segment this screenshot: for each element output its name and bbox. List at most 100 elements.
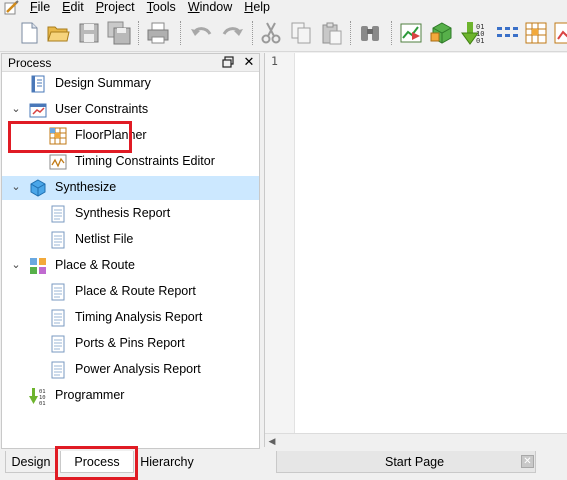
design-summary-icon	[29, 75, 47, 93]
menu-project-mnemonic: P	[95, 0, 105, 14]
layout-toolbar-button[interactable]	[494, 20, 520, 46]
report-icon	[49, 205, 67, 223]
menu-tools-rest: ools	[152, 0, 176, 14]
menu-window[interactable]: Window	[182, 0, 238, 15]
report-toolbar-button[interactable]	[552, 20, 567, 46]
float-window-icon[interactable]	[221, 55, 235, 69]
constraints-icon	[29, 101, 47, 119]
start-page-label: Start Page	[385, 455, 445, 469]
tree-item-label: Synthesis Report	[75, 206, 171, 220]
floorplanner-icon	[525, 22, 547, 44]
report-icon	[49, 283, 67, 301]
tree-item-label: Design Summary	[55, 76, 151, 90]
tree-item-label: Netlist File	[75, 232, 134, 246]
tree-item-timing-analysis-report[interactable]: Timing Analysis Report	[2, 306, 259, 330]
svg-text:01: 01	[476, 37, 484, 45]
paste-button[interactable]	[319, 20, 345, 46]
new-file-icon	[21, 22, 38, 44]
tree-item-place-route[interactable]: ⌄ Place & Route	[2, 254, 259, 278]
tab-start-page[interactable]: Start Page ✕	[276, 451, 536, 473]
menu-help[interactable]: Help	[238, 0, 276, 15]
menu-file[interactable]: File	[24, 0, 56, 15]
timing-editor-icon	[49, 153, 67, 171]
programmer-icon: 011001	[29, 387, 47, 405]
tree-item-place-route-report[interactable]: Place & Route Report	[2, 280, 259, 304]
save-all-icon	[107, 21, 131, 45]
synthesize-icon	[29, 179, 47, 197]
save-button[interactable]	[76, 20, 102, 46]
synthesize-toolbar-button[interactable]	[429, 20, 455, 46]
tree-item-ports-pins-report[interactable]: Ports & Pins Report	[2, 332, 259, 356]
report-icon	[49, 231, 67, 249]
tree-item-netlist-file[interactable]: Netlist File	[2, 228, 259, 252]
close-icon[interactable]: ✕	[521, 455, 534, 468]
programmer-icon: 011001	[476, 23, 484, 45]
line-number: 1	[271, 54, 278, 68]
programmer-toolbar-button[interactable]: 01 10 01	[470, 20, 496, 46]
open-folder-icon	[47, 26, 70, 42]
report-icon	[554, 22, 567, 44]
tree-item-label: User Constraints	[55, 102, 149, 116]
panel-tab-bar: Design Process Hierarchy	[0, 449, 262, 480]
tab-design[interactable]: Design	[5, 451, 57, 473]
redo-icon	[222, 27, 243, 36]
menu-project-rest: roject	[104, 0, 135, 14]
find-button[interactable]	[357, 20, 383, 46]
print-button[interactable]	[145, 20, 171, 46]
report-icon	[49, 361, 67, 379]
menu-project[interactable]: Project	[90, 0, 141, 15]
tree-item-synthesis-report[interactable]: Synthesis Report	[2, 202, 259, 226]
menu-tools[interactable]: Tools	[141, 0, 182, 15]
menu-help-rest: elp	[253, 0, 271, 14]
save-icon	[79, 23, 99, 43]
menu-edit[interactable]: Edit	[56, 0, 90, 15]
tree-item-synthesize[interactable]: ⌄ Synthesize	[2, 176, 259, 200]
menu-window-rest: indow	[199, 0, 233, 14]
process-panel: Process ✕ Design Summary ⌄ User Constrai…	[1, 53, 260, 449]
tree-item-power-analysis-report[interactable]: Power Analysis Report	[2, 358, 259, 382]
find-icon	[361, 26, 379, 41]
toolbar: 01 10 01	[0, 15, 567, 52]
design-summary-icon	[400, 23, 422, 43]
tree-item-timing-constraints-editor[interactable]: Timing Constraints Editor	[2, 150, 259, 174]
chevron-down-icon[interactable]: ⌄	[10, 258, 22, 272]
tree-item-floorplanner[interactable]: FloorPlanner	[2, 124, 259, 148]
tree-item-label: Ports & Pins Report	[75, 336, 185, 350]
paste-icon	[322, 22, 342, 45]
design-summary-toolbar-button[interactable]	[398, 20, 424, 46]
scroll-left-arrow-icon[interactable]: ◀	[267, 436, 277, 446]
undo-icon	[191, 27, 212, 36]
tree-item-label: FloorPlanner	[75, 128, 147, 142]
floorplanner-toolbar-button[interactable]	[523, 20, 549, 46]
redo-button[interactable]	[220, 20, 246, 46]
menu-edit-mnemonic: E	[62, 0, 71, 14]
process-panel-header: Process ✕	[2, 54, 259, 72]
new-file-button[interactable]	[16, 20, 42, 46]
cut-button[interactable]	[258, 20, 284, 46]
menu-edit-rest: dit	[70, 0, 84, 14]
tab-hierarchy[interactable]: Hierarchy	[134, 451, 200, 473]
save-all-button[interactable]	[106, 20, 132, 46]
horizontal-scrollbar[interactable]: ◀	[265, 433, 567, 447]
open-button[interactable]	[45, 20, 71, 46]
app-pencil-icon	[4, 0, 19, 15]
tree-item-design-summary[interactable]: Design Summary	[2, 72, 259, 96]
menu-file-rest: ile	[37, 0, 51, 14]
tree-item-programmer[interactable]: 01 10 01 Programmer	[2, 384, 259, 408]
editor-area[interactable]: 1 ◀	[264, 53, 567, 447]
undo-button[interactable]	[188, 20, 214, 46]
tree-item-label: Timing Analysis Report	[75, 310, 203, 324]
report-icon	[49, 335, 67, 353]
editor-tab-bar: Start Page ✕	[264, 449, 567, 480]
close-icon[interactable]: ✕	[242, 54, 256, 70]
chevron-down-icon[interactable]: ⌄	[10, 180, 22, 194]
cut-icon	[261, 22, 281, 44]
synthesize-icon	[430, 22, 452, 44]
tree-item-user-constraints[interactable]: ⌄ User Constraints	[2, 98, 259, 122]
copy-icon	[291, 22, 311, 44]
tree-item-label: Timing Constraints Editor	[75, 154, 215, 168]
chevron-down-icon[interactable]: ⌄	[10, 102, 22, 116]
tab-process[interactable]: Process	[60, 451, 134, 473]
copy-button[interactable]	[288, 20, 314, 46]
tree-item-label: Place & Route	[55, 258, 135, 272]
